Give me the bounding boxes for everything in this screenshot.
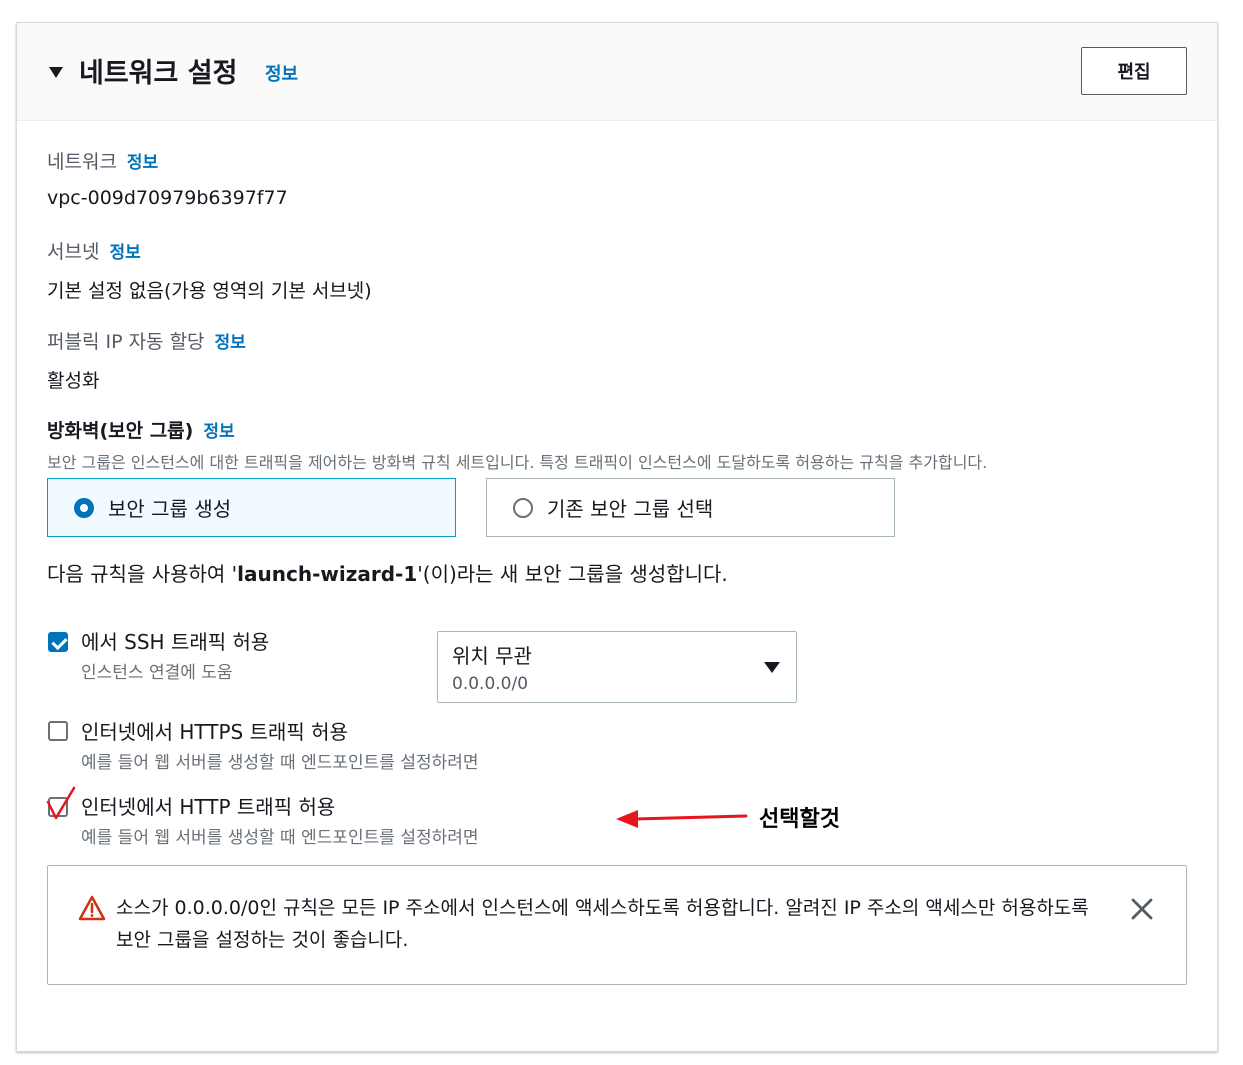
create-security-group-option[interactable]: 보안 그룹 생성 [47, 478, 456, 537]
ssh-rule-description: 인스턴스 연결에 도움 [81, 663, 233, 683]
existing-security-group-label: 기존 보안 그룹 선택 [547, 497, 714, 521]
warning-alert: 소스가 0.0.0.0/0인 규칙은 모든 IP 주소에서 인스턴스에 액세스하… [47, 865, 1187, 985]
annotation-checkmark-icon [46, 786, 76, 820]
security-group-name: launch-wizard-1 [237, 562, 418, 586]
collapse-caret-icon[interactable] [49, 67, 63, 78]
subnet-info-link[interactable]: 정보 [109, 243, 140, 263]
annotation-text: 선택할것 [759, 807, 840, 832]
firewall-label-text: 방화벽(보안 그룹) [47, 420, 194, 442]
create-sg-sentence-post: '(이)라는 새 보안 그룹을 생성합니다. [417, 562, 728, 586]
subnet-label: 서브넷 정보 [47, 237, 141, 264]
public-ip-label-text: 퍼블릭 IP 자동 할당 [47, 331, 205, 353]
annotation-arrow-icon [616, 810, 748, 828]
public-ip-value: 활성화 [47, 370, 100, 392]
panel-title: 네트워크 설정 [79, 58, 238, 89]
network-label-text: 네트워크 [47, 151, 117, 173]
dropdown-arrow-icon [764, 662, 780, 673]
existing-security-group-option[interactable]: 기존 보안 그룹 선택 [486, 478, 895, 537]
firewall-info-link[interactable]: 정보 [203, 422, 234, 442]
ssh-source-value: 위치 무관 [452, 644, 532, 668]
ssh-checkbox[interactable] [48, 632, 68, 652]
create-sg-sentence-pre: 다음 규칙을 사용하여 ' [47, 562, 238, 586]
firewall-label: 방화벽(보안 그룹) 정보 [47, 416, 235, 443]
subnet-label-text: 서브넷 [47, 241, 100, 263]
https-rule-label: 인터넷에서 HTTPS 트래픽 허용 [81, 720, 348, 744]
radio-create-security-group[interactable] [74, 497, 94, 518]
close-icon[interactable] [1130, 897, 1154, 921]
public-ip-info-link[interactable]: 정보 [215, 333, 246, 353]
edit-button[interactable]: 편집 [1081, 47, 1187, 95]
https-rule-description: 예를 들어 웹 서버를 생성할 때 엔드포인트를 설정하려면 [81, 753, 479, 773]
ssh-rule-label: 에서 SSH 트래픽 허용 [81, 630, 270, 654]
network-value: vpc-009d70979b6397f77 [47, 187, 288, 209]
network-label: 네트워크 정보 [47, 147, 158, 174]
https-checkbox[interactable] [48, 721, 68, 741]
create-security-group-label: 보안 그룹 생성 [108, 497, 232, 521]
subnet-value: 기본 설정 없음(가용 영역의 기본 서브넷) [47, 280, 372, 302]
ssh-source-cidr: 0.0.0.0/0 [452, 674, 529, 694]
header-info-link[interactable]: 정보 [265, 60, 298, 86]
public-ip-label: 퍼블릭 IP 자동 할당 정보 [47, 327, 246, 354]
radio-existing-security-group[interactable] [513, 497, 533, 518]
ssh-source-select[interactable]: 위치 무관 0.0.0.0/0 [437, 631, 797, 703]
http-rule-label: 인터넷에서 HTTP 트래픽 허용 [81, 795, 336, 819]
http-rule-description: 예를 들어 웹 서버를 생성할 때 엔드포인트를 설정하려면 [81, 828, 479, 848]
alert-text: 소스가 0.0.0.0/0인 규칙은 모든 IP 주소에서 인스턴스에 액세스하… [116, 897, 1089, 951]
network-info-link[interactable]: 정보 [127, 153, 158, 173]
create-sg-sentence: 다음 규칙을 사용하여 'launch-wizard-1'(이)라는 새 보안 … [47, 558, 728, 587]
warning-icon [78, 895, 106, 921]
firewall-description: 보안 그룹은 인스턴스에 대한 트래픽을 제어하는 방화벽 규칙 세트입니다. … [47, 453, 988, 472]
panel-header: 네트워크 설정 정보 편집 [17, 23, 1217, 121]
